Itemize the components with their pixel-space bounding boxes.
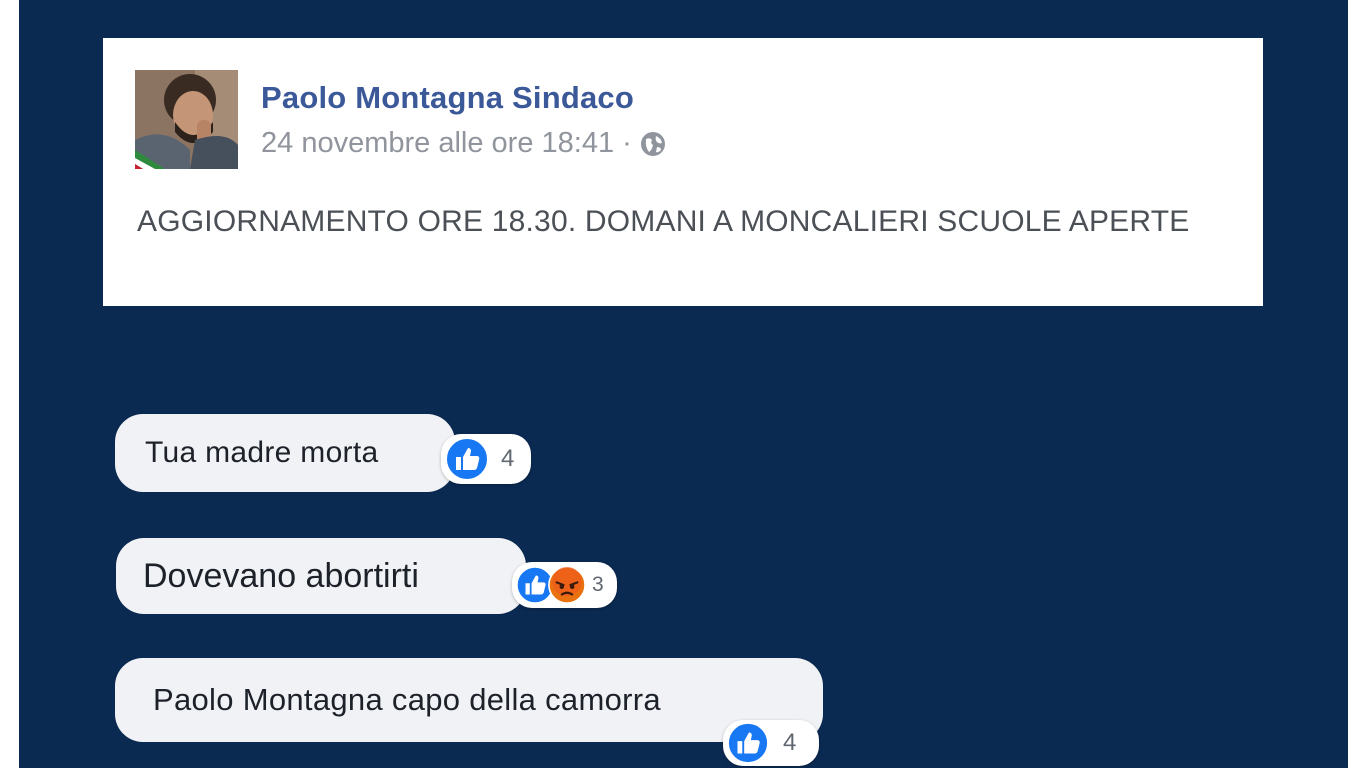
post-card: Paolo Montagna Sindaco 24 novembre alle … [103,38,1263,306]
reaction-count-pill[interactable]: 4 [441,434,531,484]
post-text: AGGIORNAMENTO ORE 18.30. DOMANI A MONCAL… [137,205,1190,238]
author-avatar[interactable] [135,70,238,169]
reaction-count: 3 [592,573,604,596]
reaction-count: 4 [783,729,797,756]
reaction-count: 4 [501,445,515,472]
post-meta: 24 novembre alle ore 18:41 · [261,127,666,160]
comment-text: Paolo Montagna capo della camorra [153,682,661,717]
meta-separator: · [622,127,632,159]
comment-bubble[interactable]: Tua madre morta [115,414,455,492]
post-timestamp[interactable]: 24 novembre alle ore 18:41 [261,127,614,160]
comment-bubble[interactable]: Dovevano abortirti [116,538,526,614]
comment-text: Tua madre morta [145,436,379,469]
reaction-count-pill[interactable]: 4 [723,720,819,766]
post-author-name[interactable]: Paolo Montagna Sindaco [261,80,634,116]
reaction-count-pill[interactable]: 3 [512,562,617,608]
globe-icon [640,131,665,156]
comment-bubble[interactable]: Paolo Montagna capo della camorra [115,658,823,742]
angry-icon [548,566,586,604]
like-icon [727,722,769,764]
like-icon [445,437,489,481]
comment-text: Dovevano abortirti [143,557,419,595]
dark-background: Paolo Montagna Sindaco 24 novembre alle … [19,0,1348,768]
